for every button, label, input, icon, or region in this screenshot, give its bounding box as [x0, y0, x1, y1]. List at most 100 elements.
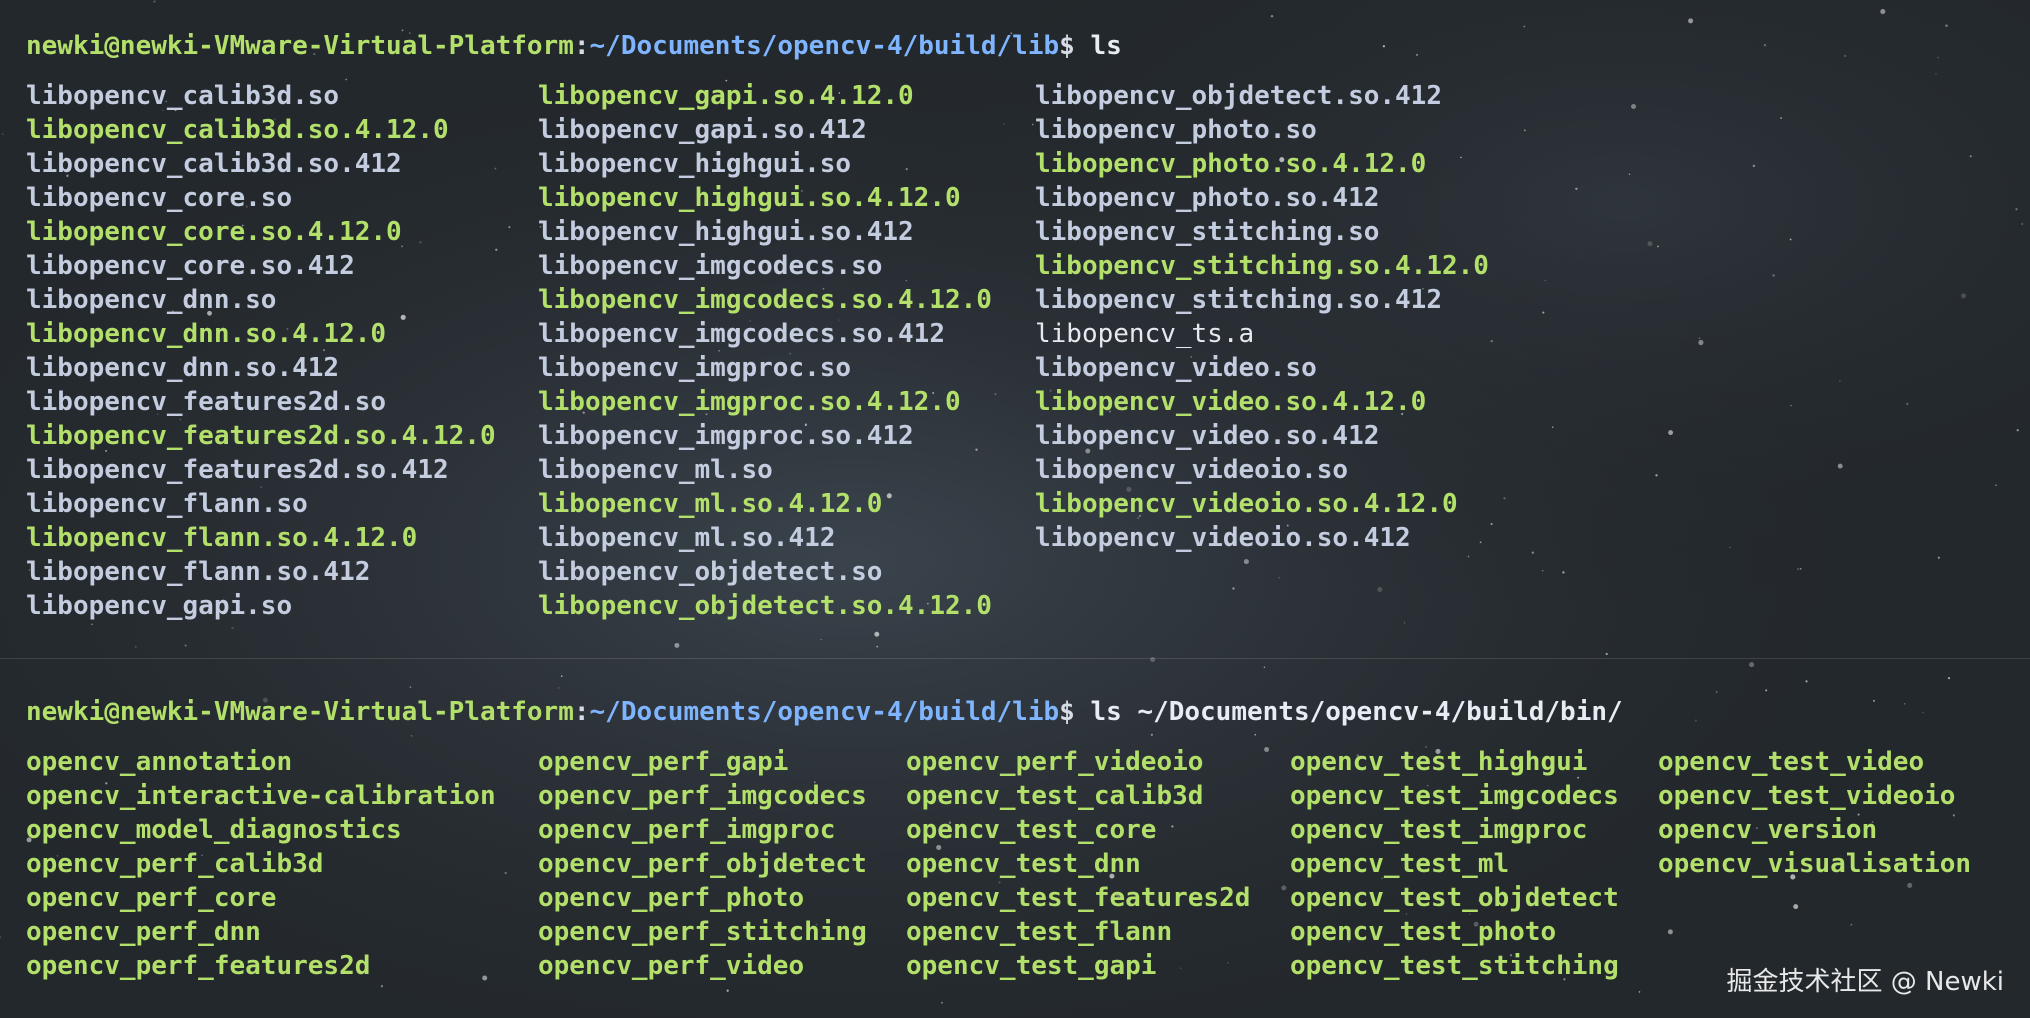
library-file-entry: libopencv_core.so.412: [26, 251, 355, 281]
prompt-colon: :: [573, 31, 590, 61]
library-file-entry: libopencv_imgcodecs.so.4.12.0: [538, 285, 992, 315]
executable-file-entry: opencv_perf_imgcodecs: [538, 781, 867, 811]
executable-file-entry: opencv_test_objdetect: [1290, 883, 1619, 913]
executable-file-entry: opencv_perf_objdetect: [538, 849, 867, 879]
library-file-entry: libopencv_imgproc.so: [538, 353, 852, 383]
library-file-entry: libopencv_photo.so: [1035, 115, 1317, 145]
executable-file-entry: opencv_perf_imgproc: [538, 815, 836, 845]
executable-file-entry: opencv_perf_photo: [538, 883, 805, 913]
library-file-entry: libopencv_highgui.so.412: [538, 217, 914, 247]
prompt-dollar: $: [1059, 697, 1091, 727]
prompt-path: ~/Documents/opencv-4/build/lib: [589, 31, 1060, 61]
executable-file-entry: opencv_perf_core: [26, 883, 277, 913]
prompt-command: ls ~/Documents/opencv-4/build/bin/: [1090, 697, 1623, 727]
terminal-window[interactable]: newki@newki-VMware-Virtual-Platform:~/Do…: [0, 0, 2030, 1018]
library-file-entry: libopencv_videoio.so: [1035, 455, 1349, 485]
watermark: 掘金技术社区 @ Newki: [1726, 967, 2004, 997]
prompt-path: ~/Documents/opencv-4/build/lib: [589, 697, 1060, 727]
library-file-entry: libopencv_dnn.so.412: [26, 353, 340, 383]
library-file-entry: libopencv_features2d.so.412: [26, 455, 449, 485]
library-file-entry: libopencv_objdetect.so: [538, 557, 883, 587]
library-file-entry: libopencv_core.so.4.12.0: [26, 217, 402, 247]
executable-file-entry: opencv_test_dnn: [906, 849, 1141, 879]
terminal-pane-bin-listing: newki@newki-VMware-Virtual-Platform:~/Do…: [26, 695, 2010, 983]
file-listing: opencv_annotation opencv_interactive-cali…: [26, 745, 2010, 983]
library-file-entry: libopencv_stitching.so.412: [1035, 285, 1442, 315]
executable-file-entry: opencv_test_gapi: [906, 951, 1157, 981]
library-file-entry: libopencv_video.so: [1035, 353, 1317, 383]
executable-file-entry: opencv_test_stitching: [1290, 951, 1619, 981]
executable-file-entry: opencv_test_calib3d: [906, 781, 1204, 811]
listing-column: libopencv_calib3d.so libopencv_calib3d.so…: [26, 79, 496, 623]
executable-file-entry: opencv_test_flann: [906, 917, 1173, 947]
prompt-user-host: newki@newki-VMware-Virtual-Platform: [26, 697, 574, 727]
pane-divider: [0, 658, 2030, 659]
executable-file-entry: opencv_test_video: [1658, 747, 1925, 777]
executable-file-entry: opencv_model_diagnostics: [26, 815, 402, 845]
executable-file-entry: opencv_test_features2d: [906, 883, 1251, 913]
library-file-entry: libopencv_imgcodecs.so: [538, 251, 883, 281]
library-file-entry: libopencv_gapi.so.4.12.0: [538, 81, 914, 111]
executable-file-entry: opencv_perf_video: [538, 951, 805, 981]
library-file-entry: libopencv_flann.so: [26, 489, 308, 519]
executable-file-entry: opencv_perf_dnn: [26, 917, 261, 947]
library-file-entry: libopencv_highgui.so: [538, 149, 852, 179]
library-file-entry: libopencv_ml.so.412: [538, 523, 836, 553]
library-file-entry: libopencv_core.so: [26, 183, 293, 213]
library-file-entry: libopencv_flann.so.4.12.0: [26, 523, 418, 553]
executable-file-entry: opencv_test_core: [906, 815, 1157, 845]
library-file-entry: libopencv_calib3d.so: [26, 81, 340, 111]
library-file-entry: libopencv_gapi.so: [26, 591, 293, 621]
library-file-entry: libopencv_ts.a: [1035, 319, 1255, 349]
prompt-colon: :: [573, 697, 590, 727]
library-file-entry: libopencv_objdetect.so.412: [1035, 81, 1442, 111]
listing-column: opencv_test_highgui opencv_test_imgcodecs…: [1290, 745, 1619, 983]
executable-file-entry: opencv_test_imgproc: [1290, 815, 1588, 845]
listing-column: opencv_test_video opencv_test_videoioopen…: [1658, 745, 1971, 881]
executable-file-entry: opencv_test_ml: [1290, 849, 1510, 879]
shell-prompt: newki@newki-VMware-Virtual-Platform:~/Do…: [26, 695, 2010, 729]
prompt-command: ls: [1090, 31, 1122, 61]
library-file-entry: libopencv_videoio.so.412: [1035, 523, 1411, 553]
executable-file-entry: opencv_annotation: [26, 747, 293, 777]
listing-column: opencv_perf_gapi opencv_perf_imgcodecsope…: [538, 745, 867, 983]
executable-file-entry: opencv_test_photo: [1290, 917, 1557, 947]
library-file-entry: libopencv_features2d.so.4.12.0: [26, 421, 496, 451]
library-file-entry: libopencv_calib3d.so.412: [26, 149, 402, 179]
listing-column: libopencv_gapi.so.4.12.0 libopencv_gapi.s…: [538, 79, 992, 623]
executable-file-entry: opencv_interactive-calibration: [26, 781, 496, 811]
executable-file-entry: opencv_perf_features2d: [26, 951, 371, 981]
library-file-entry: libopencv_videoio.so.4.12.0: [1035, 489, 1458, 519]
executable-file-entry: opencv_test_highgui: [1290, 747, 1588, 777]
executable-file-entry: opencv_perf_gapi: [538, 747, 789, 777]
library-file-entry: libopencv_features2d.so: [26, 387, 387, 417]
listing-column: opencv_annotation opencv_interactive-cali…: [26, 745, 496, 983]
library-file-entry: libopencv_ml.so: [538, 455, 773, 485]
library-file-entry: libopencv_highgui.so.4.12.0: [538, 183, 961, 213]
executable-file-entry: opencv_test_imgcodecs: [1290, 781, 1619, 811]
prompt-user-host: newki@newki-VMware-Virtual-Platform: [26, 31, 574, 61]
executable-file-entry: opencv_visualisation: [1658, 849, 1972, 879]
listing-column: opencv_perf_videoio opencv_test_calib3dop…: [906, 745, 1250, 983]
prompt-dollar: $: [1059, 31, 1091, 61]
terminal-pane-lib-listing: newki@newki-VMware-Virtual-Platform:~/Do…: [26, 29, 2010, 623]
library-file-entry: libopencv_ml.so.4.12.0: [538, 489, 883, 519]
library-file-entry: libopencv_dnn.so.4.12.0: [26, 319, 387, 349]
executable-file-entry: opencv_version: [1658, 815, 1878, 845]
file-listing: libopencv_calib3d.so libopencv_calib3d.so…: [26, 79, 2010, 623]
library-file-entry: libopencv_stitching.so: [1035, 217, 1380, 247]
library-file-entry: libopencv_calib3d.so.4.12.0: [26, 115, 449, 145]
library-file-entry: libopencv_imgproc.so.4.12.0: [538, 387, 961, 417]
executable-file-entry: opencv_perf_calib3d: [26, 849, 324, 879]
library-file-entry: libopencv_video.so.4.12.0: [1035, 387, 1427, 417]
library-file-entry: libopencv_imgproc.so.412: [538, 421, 914, 451]
library-file-entry: libopencv_imgcodecs.so.412: [538, 319, 945, 349]
library-file-entry: libopencv_video.so.412: [1035, 421, 1380, 451]
library-file-entry: libopencv_photo.so.4.12.0: [1035, 149, 1427, 179]
library-file-entry: libopencv_flann.so.412: [26, 557, 371, 587]
executable-file-entry: opencv_perf_stitching: [538, 917, 867, 947]
executable-file-entry: opencv_test_videoio: [1658, 781, 1956, 811]
library-file-entry: libopencv_photo.so.412: [1035, 183, 1380, 213]
library-file-entry: libopencv_gapi.so.412: [538, 115, 867, 145]
executable-file-entry: opencv_perf_videoio: [906, 747, 1204, 777]
